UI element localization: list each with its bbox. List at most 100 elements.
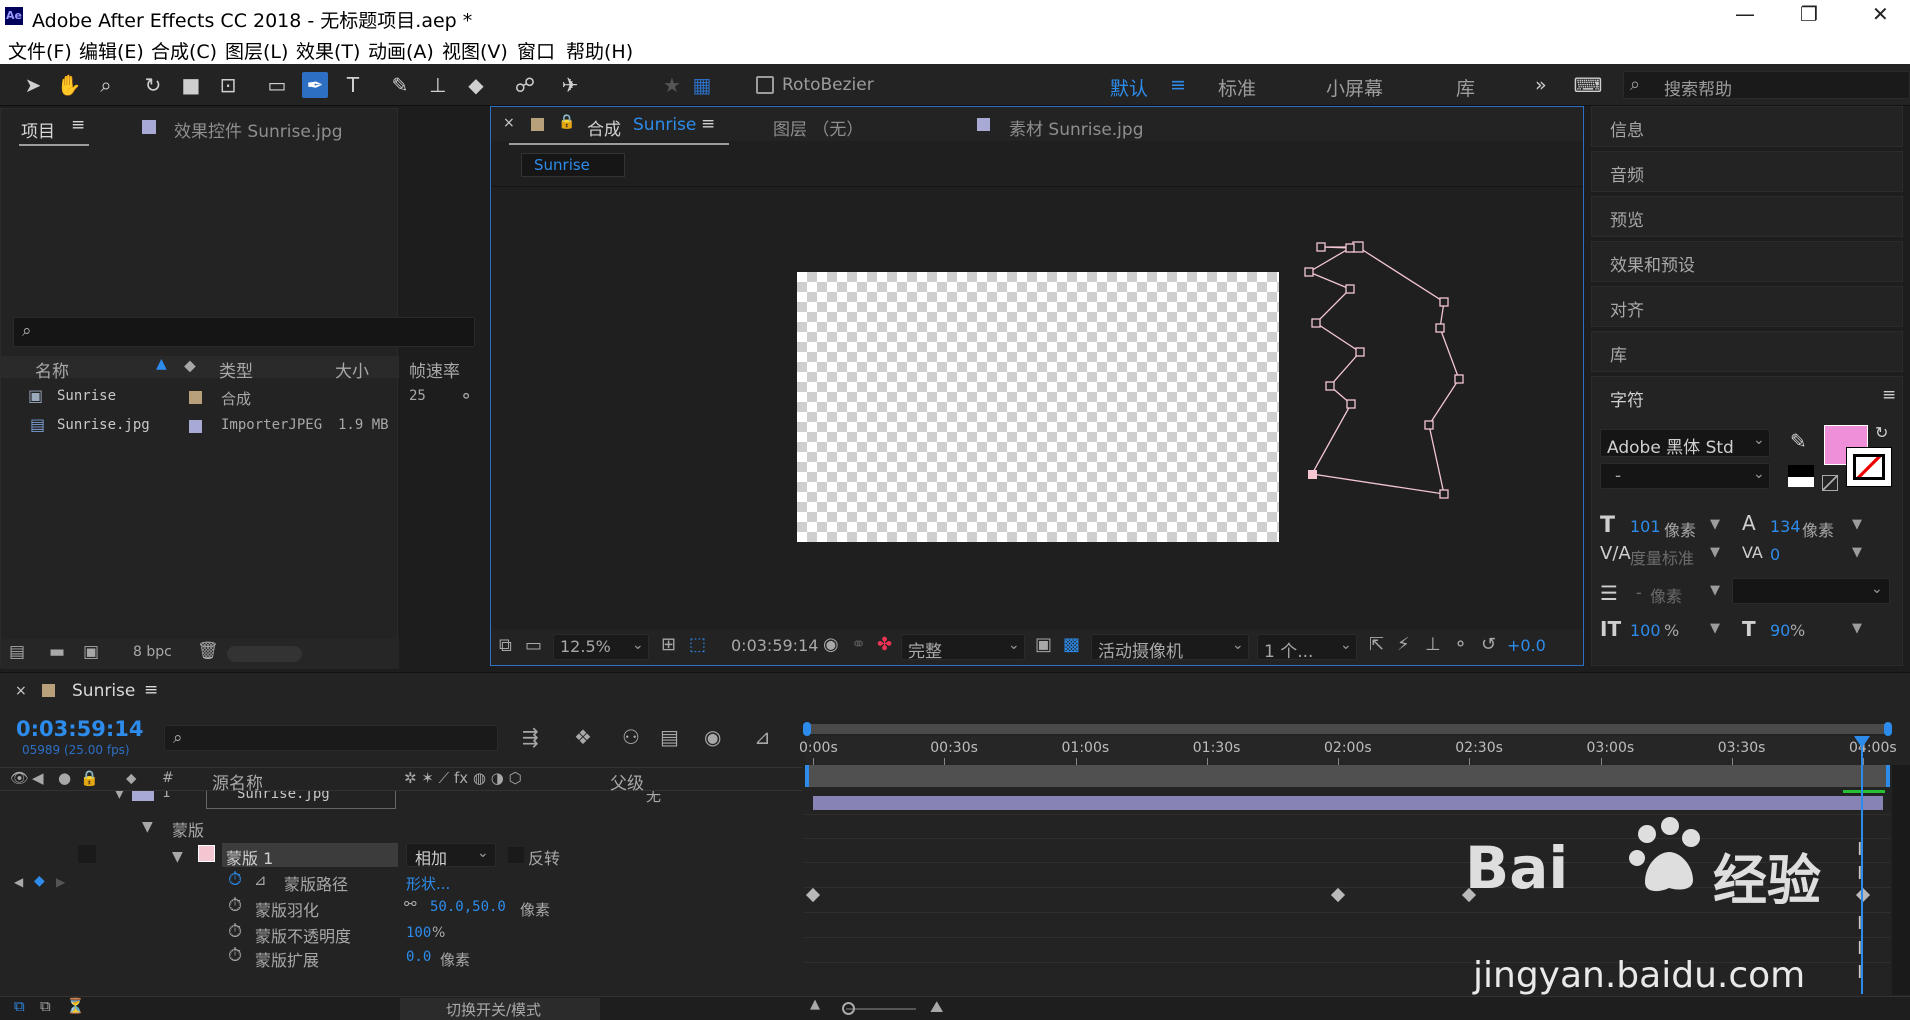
panel-audio[interactable]: 音频 <box>1591 151 1903 192</box>
mask-first-vertex[interactable] <box>1308 470 1317 479</box>
workspace-library[interactable]: 库 <box>1456 74 1475 101</box>
resolution-grid-icon[interactable]: ⊞ <box>661 634 676 655</box>
project-panel-menu-icon[interactable]: ≡ <box>71 115 85 135</box>
mask-vertex[interactable] <box>1316 242 1326 252</box>
monitor-icon[interactable]: ▭ <box>525 635 542 656</box>
snapshot-icon[interactable]: ◉ <box>823 634 839 655</box>
lock-icon[interactable]: 🔒 <box>558 114 575 130</box>
rectangle-tool-icon[interactable]: ▭ <box>264 72 290 98</box>
menu-help[interactable]: 帮助(H) <box>566 37 633 64</box>
next-keyframe-icon[interactable]: ▶ <box>56 875 65 889</box>
exposure-value[interactable]: +0.0 <box>1507 636 1546 655</box>
stopwatch-icon[interactable]: ⏱ <box>228 895 242 916</box>
views-dropdown[interactable]: 1 个... ⌄ <box>1257 634 1357 662</box>
parent-value[interactable]: 无 <box>646 791 661 806</box>
chevron-down-icon[interactable]: ▼ <box>1852 517 1862 532</box>
mask-vertex[interactable] <box>1424 420 1434 430</box>
comp-breadcrumb[interactable]: Sunrise <box>521 153 625 177</box>
menu-file[interactable]: 文件(F) <box>8 37 72 64</box>
timeline-current-time[interactable]: 0:03:59:14 <box>16 717 143 741</box>
close-button[interactable]: ✕ <box>1872 2 1889 26</box>
camera-tool-icon[interactable]: ■ <box>178 72 204 98</box>
zoom-dropdown[interactable]: 12.5% ⌄ <box>553 634 649 660</box>
timeline-search-input[interactable]: ⌕ <box>164 725 498 751</box>
minimize-button[interactable]: — <box>1735 2 1755 26</box>
panel-effects-presets[interactable]: 效果和预设 <box>1591 241 1903 282</box>
mask-vertex[interactable] <box>1346 399 1356 409</box>
toggle-pixel-icon[interactable]: ⇱ <box>1369 634 1384 655</box>
work-area-end-handle[interactable] <box>1884 722 1892 736</box>
graph-icon[interactable]: ⊿ <box>254 871 267 889</box>
type-tool-icon[interactable]: T <box>340 72 366 98</box>
frame-blending-icon[interactable]: ▤ <box>660 725 679 749</box>
panel-preview[interactable]: 预览 <box>1591 196 1903 237</box>
toggle-switches-modes-button[interactable]: 切换开关/模式 <box>400 998 600 1020</box>
stroke-type-dropdown[interactable]: ⌄ <box>1732 578 1890 604</box>
workspace-small-screen[interactable]: 小屏幕 <box>1326 74 1383 101</box>
invert-checkbox[interactable] <box>508 847 524 863</box>
timeline-tab[interactable]: Sunrise <box>72 681 135 701</box>
expand-icon[interactable]: ▼ <box>172 849 183 865</box>
stroke-width-value[interactable]: - <box>1636 583 1642 602</box>
mask-vertex[interactable] <box>1439 297 1449 307</box>
horizontal-scale-value[interactable]: 90 <box>1770 621 1790 640</box>
zoom-in-icon[interactable]: ⛰ <box>930 997 943 1017</box>
close-tab-icon[interactable]: × <box>503 115 515 131</box>
mask-visibility-icon[interactable]: ⬚ <box>689 634 706 655</box>
tab-project[interactable]: 项目 <box>21 117 55 142</box>
chevron-down-icon[interactable]: ▼ <box>1852 621 1862 636</box>
tab-footage[interactable]: 素材 Sunrise.jpg <box>1009 115 1143 140</box>
mask-expansion-value[interactable]: 0.0 <box>406 949 431 965</box>
comp-panel-menu-icon[interactable]: ≡ <box>701 114 715 134</box>
timeline-scrollbar[interactable] <box>1892 765 1910 995</box>
stopwatch-icon[interactable]: ⏱ <box>228 945 242 966</box>
menu-edit[interactable]: 编辑(E) <box>79 37 144 64</box>
font-style-dropdown[interactable]: - ⌄ <box>1600 463 1770 489</box>
expand-icon[interactable]: ▼ <box>114 791 125 801</box>
close-tab-icon[interactable]: × <box>15 683 27 699</box>
camera-dropdown[interactable]: 活动摄像机 ⌄ <box>1091 634 1249 662</box>
tab-effect-controls[interactable]: 效果控件 Sunrise.jpg <box>174 117 342 142</box>
no-fill-icon[interactable] <box>1822 475 1838 491</box>
menu-layer[interactable]: 图层(L) <box>225 37 288 64</box>
sync-settings-icon[interactable]: ⌨ <box>1574 72 1603 98</box>
layer-row[interactable]: ▼ 1 Sunrise.jpg 无 <box>0 791 802 811</box>
playhead-handle[interactable] <box>1854 736 1871 748</box>
panel-library[interactable]: 库 <box>1591 331 1903 372</box>
zoom-tool-icon[interactable]: ⌕ <box>93 72 119 98</box>
clone-stamp-tool-icon[interactable]: ⊥ <box>425 72 451 98</box>
col-type[interactable]: 类型 <box>219 357 253 382</box>
default-colors-icon[interactable] <box>1788 465 1814 487</box>
menu-composition[interactable]: 合成(C) <box>151 37 217 64</box>
new-folder-icon[interactable]: ▬ <box>49 642 65 662</box>
selection-tool-icon[interactable]: ➤ <box>20 72 46 98</box>
help-search-input[interactable]: ⌕ 搜索帮助 <box>1623 71 1910 100</box>
interpret-footage-icon[interactable]: ▤ <box>9 642 25 662</box>
hand-tool-icon[interactable]: ✋ <box>56 72 82 98</box>
mask-vertex[interactable] <box>1439 489 1449 499</box>
fast-previews-icon[interactable]: ⚡ <box>1397 634 1410 655</box>
workspace-default[interactable]: 默认 <box>1110 74 1148 101</box>
swap-colors-icon[interactable]: ↻ <box>1875 423 1888 442</box>
zoom-slider-handle[interactable] <box>842 1002 855 1015</box>
eyedropper-icon[interactable]: ✎ <box>1790 429 1807 453</box>
panel-align[interactable]: 对齐 <box>1591 286 1903 327</box>
brush-tool-icon[interactable]: ✎ <box>387 72 413 98</box>
resolution-dropdown[interactable]: 完整 ⌄ <box>901 634 1025 662</box>
work-area-bar[interactable] <box>803 722 1892 736</box>
work-area-start-handle[interactable] <box>803 722 811 736</box>
workspace-standard[interactable]: 标准 <box>1218 74 1256 101</box>
snap-icon[interactable]: ▦ <box>689 72 715 98</box>
draft-3d-icon[interactable]: ❖ <box>574 725 592 749</box>
mask-visibility-toggle[interactable] <box>78 845 96 863</box>
mask-vertex[interactable] <box>1435 323 1445 333</box>
channel-icon[interactable]: ✤ <box>877 634 892 655</box>
kerning-value[interactable]: 度量标准 <box>1630 545 1694 569</box>
zoom-slider-track[interactable] <box>846 1008 916 1010</box>
reset-exposure-icon[interactable]: ↺ <box>1481 634 1496 655</box>
puppet-pin-tool-icon[interactable]: ✈ <box>557 72 583 98</box>
mask-vertex[interactable] <box>1454 374 1464 384</box>
mask-vertex[interactable] <box>1304 267 1314 277</box>
chevron-down-icon[interactable]: ▼ <box>1710 621 1720 636</box>
menu-animation[interactable]: 动画(A) <box>368 37 434 64</box>
